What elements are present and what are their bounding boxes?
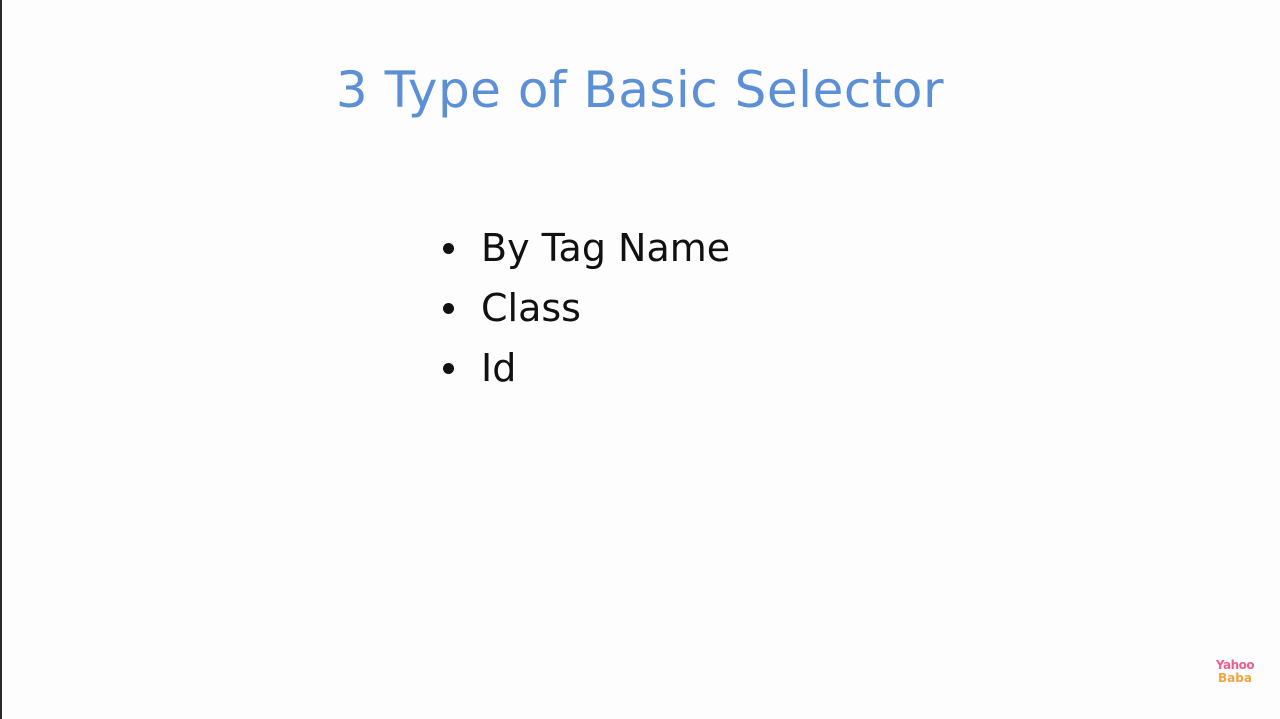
- list-item: Class: [436, 278, 730, 338]
- bullet-text: Class: [481, 286, 581, 330]
- bullet-icon: [443, 302, 454, 314]
- channel-logo-watermark: Yahoo Baba: [1212, 659, 1258, 685]
- list-item: Id: [436, 338, 730, 398]
- slide-title: 3 Type of Basic Selector: [335, 61, 945, 119]
- bullet-list: By Tag Name Class Id: [436, 218, 730, 398]
- bullet-text: By Tag Name: [481, 226, 731, 270]
- bullet-icon: [443, 362, 454, 374]
- watermark-line-2: Baba: [1218, 671, 1252, 685]
- bullet-text: Id: [481, 346, 517, 390]
- list-item: By Tag Name: [436, 218, 730, 278]
- bullet-icon: [443, 242, 454, 254]
